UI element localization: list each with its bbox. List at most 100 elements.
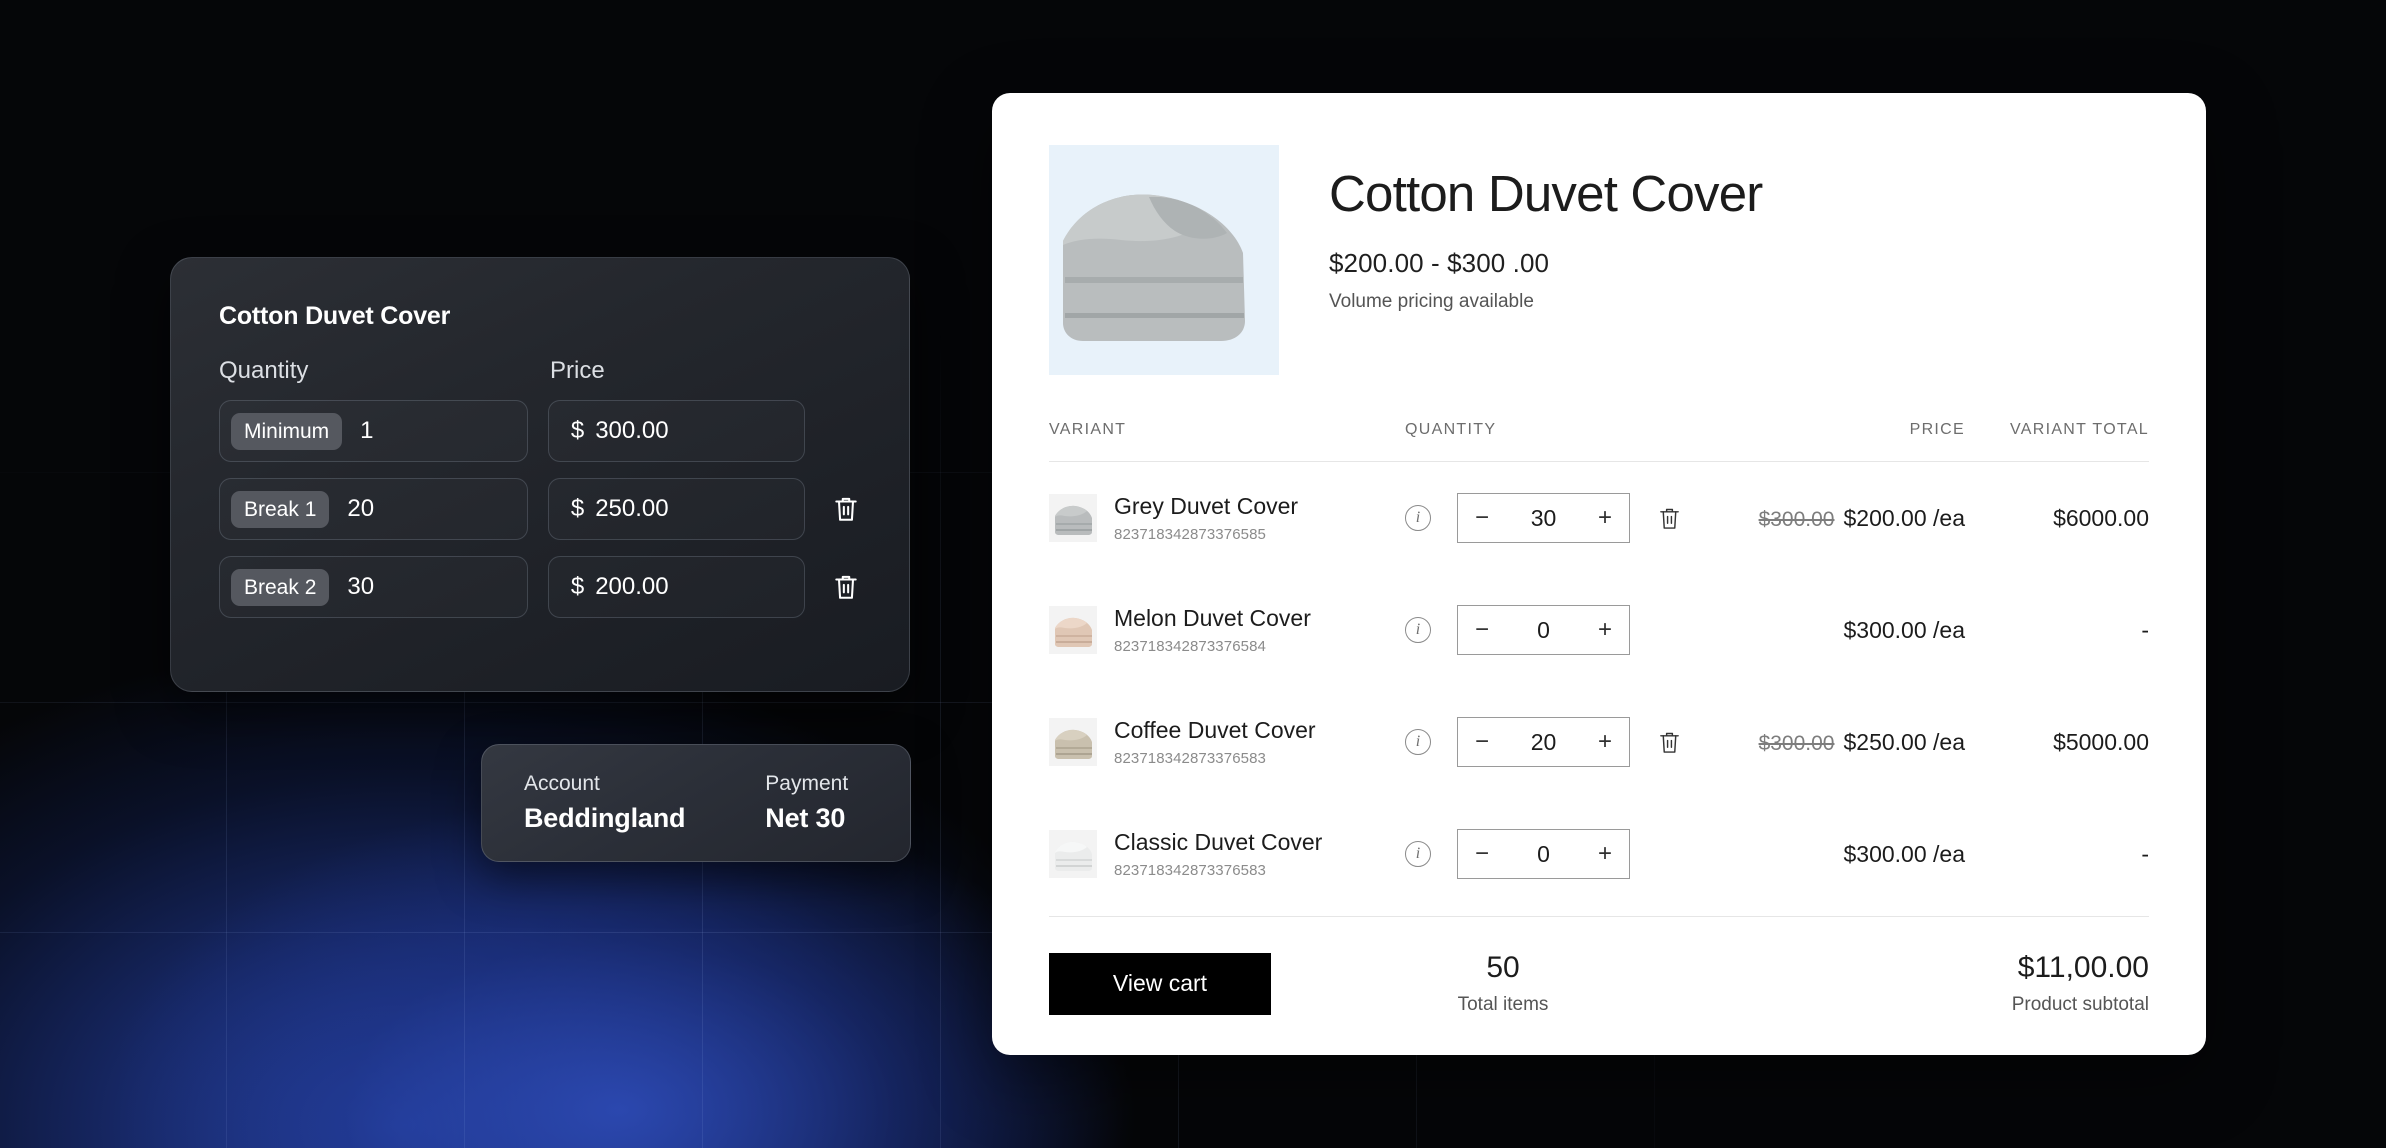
product-panel: Cotton Duvet Cover $200.00 - $300 .00 Vo… (992, 93, 2206, 1055)
variant-sku: 823718342873376585 (1114, 526, 1266, 543)
pricing-price-value: 200.00 (595, 573, 669, 600)
total-items-group: 50 Total items (1271, 951, 1735, 1016)
variant-cell: Coffee Duvet Cover 823718342873376583 (1049, 717, 1405, 767)
quantity-cell: i − 30 + (1405, 493, 1735, 543)
payment-column: Payment Net 30 (765, 772, 848, 834)
account-column: Account Beddingland (524, 772, 685, 834)
price-original: $300.00 (1758, 731, 1835, 755)
quantity-cell: i − 0 + (1405, 829, 1735, 879)
product-meta: Cotton Duvet Cover $200.00 - $300 .00 Vo… (1329, 145, 1763, 375)
quantity-value: 0 (1537, 840, 1550, 867)
price-current: $300.00 /ea (1843, 840, 1965, 867)
view-cart-button[interactable]: View cart (1049, 952, 1271, 1015)
payment-label: Payment (765, 772, 849, 795)
variant-text: Grey Duvet Cover 823718342873376585 (1114, 493, 1298, 543)
quantity-cell: i − 20 + (1405, 717, 1735, 767)
variant-name: Coffee Duvet Cover (1114, 717, 1316, 743)
variant-name: Grey Duvet Cover (1114, 493, 1299, 519)
currency-symbol: $ (570, 573, 585, 600)
pricing-quantity-field[interactable]: Break 1 20 (219, 478, 528, 540)
quantity-stepper[interactable]: − 0 + (1457, 605, 1630, 655)
pricing-price-field[interactable]: $ 250.00 (547, 478, 806, 540)
price-current: $250.00 /ea (1843, 728, 1965, 755)
pricing-header-quantity: Quantity (219, 357, 309, 384)
pricing-tier-chip: Break 2 (231, 568, 330, 606)
column-header-quantity: QUANTITY (1405, 421, 1497, 438)
price-current: $200.00 /ea (1843, 504, 1965, 531)
quantity-stepper[interactable]: − 30 + (1457, 493, 1630, 543)
trash-icon[interactable] (1656, 728, 1682, 756)
variant-text: Classic Duvet Cover 823718342873376583 (1114, 829, 1322, 879)
quantity-value: 0 (1537, 616, 1550, 643)
info-icon[interactable]: i (1405, 617, 1431, 643)
decrement-button[interactable]: − (1475, 618, 1489, 642)
variant-name: Melon Duvet Cover (1114, 605, 1311, 631)
variant-sku: 823718342873376583 (1114, 862, 1266, 879)
decrement-button[interactable]: − (1475, 506, 1489, 530)
increment-button[interactable]: + (1598, 618, 1612, 642)
volume-pricing-note: Volume pricing available (1329, 290, 1534, 312)
pricing-price-field[interactable]: $ 300.00 (547, 400, 806, 462)
decrement-button[interactable]: − (1475, 730, 1489, 754)
variant-text: Melon Duvet Cover 823718342873376584 (1114, 605, 1311, 655)
trash-icon[interactable] (831, 493, 861, 525)
increment-button[interactable]: + (1598, 730, 1612, 754)
account-value: Beddingland (524, 803, 686, 833)
pricing-price-field[interactable]: $ 200.00 (547, 556, 806, 618)
info-icon[interactable]: i (1405, 505, 1431, 531)
product-subtotal-value: $11,00.00 (2017, 951, 2149, 984)
pricing-tier-row: Break 2 30 $ 200.00 (219, 556, 861, 618)
variants-table: VARIANT QUANTITY PRICE VARIANT TOTAL Gre… (1049, 421, 2149, 917)
trash-icon[interactable] (1656, 504, 1682, 532)
price-original: $300.00 (1758, 507, 1835, 531)
increment-button[interactable]: + (1598, 506, 1612, 530)
total-items-value: 50 (1486, 951, 1520, 984)
currency-symbol: $ (570, 417, 585, 444)
volume-pricing-card: Cotton Duvet Cover Quantity Price Minimu… (170, 257, 910, 692)
pricing-quantity-field[interactable]: Minimum 1 (219, 400, 528, 462)
pricing-card-header-row: Quantity Price (219, 357, 861, 385)
increment-button[interactable]: + (1598, 842, 1612, 866)
table-row: Coffee Duvet Cover 823718342873376583 i … (1049, 686, 2149, 798)
price-cell: $300.00 /ea (1735, 841, 1965, 868)
quantity-stepper[interactable]: − 20 + (1457, 717, 1630, 767)
variant-sku: 823718342873376583 (1114, 750, 1266, 767)
price-cell: $300.00 /ea (1735, 617, 1965, 644)
price-cell: $300.00 $200.00 /ea (1735, 505, 1965, 532)
payment-value: Net 30 (765, 803, 846, 833)
quantity-cell: i − 0 + (1405, 605, 1735, 655)
pricing-quantity-value: 20 (347, 495, 375, 522)
variant-cell: Classic Duvet Cover 823718342873376583 (1049, 829, 1405, 879)
pricing-quantity-value: 1 (360, 417, 374, 444)
pricing-tier-chip: Break 1 (231, 490, 330, 528)
account-label: Account (524, 772, 600, 795)
column-header-price: PRICE (1909, 421, 1965, 438)
variant-total-cell: $5000.00 (2053, 728, 2149, 755)
pricing-quantity-value: 30 (347, 573, 375, 600)
variant-total-cell: - (2141, 616, 2149, 643)
trash-icon[interactable] (831, 571, 861, 603)
variant-sku: 823718342873376584 (1114, 638, 1266, 655)
page-title: Cotton Duvet Cover (1329, 165, 1763, 222)
product-price-range: $200.00 - $300 .00 (1329, 247, 1550, 278)
product-header: Cotton Duvet Cover $200.00 - $300 .00 Vo… (1049, 145, 2149, 375)
pricing-header-price: Price (550, 357, 605, 384)
price-current: $300.00 /ea (1843, 616, 1965, 643)
pricing-tier-row: Minimum 1 $ 300.00 (219, 400, 861, 462)
pricing-quantity-field[interactable]: Break 2 30 (219, 556, 528, 618)
variant-cell: Grey Duvet Cover 823718342873376585 (1049, 493, 1405, 543)
product-photo-duvet (1049, 145, 1279, 375)
variant-cell: Melon Duvet Cover 823718342873376584 (1049, 605, 1405, 655)
table-row: Melon Duvet Cover 823718342873376584 i −… (1049, 574, 2149, 686)
table-row: Grey Duvet Cover 823718342873376585 i − … (1049, 462, 2149, 574)
cart-footer: View cart 50 Total items $11,00.00 Produ… (1049, 951, 2149, 1016)
pricing-price-value: 250.00 (595, 495, 669, 522)
info-icon[interactable]: i (1405, 841, 1431, 867)
decrement-button[interactable]: − (1475, 842, 1489, 866)
info-icon[interactable]: i (1405, 729, 1431, 755)
table-row: Classic Duvet Cover 823718342873376583 i… (1049, 798, 2149, 910)
quantity-value: 20 (1530, 728, 1557, 755)
quantity-stepper[interactable]: − 0 + (1457, 829, 1630, 879)
pricing-tier-chip: Minimum (231, 412, 343, 450)
account-summary-card: Account Beddingland Payment Net 30 (481, 744, 911, 862)
